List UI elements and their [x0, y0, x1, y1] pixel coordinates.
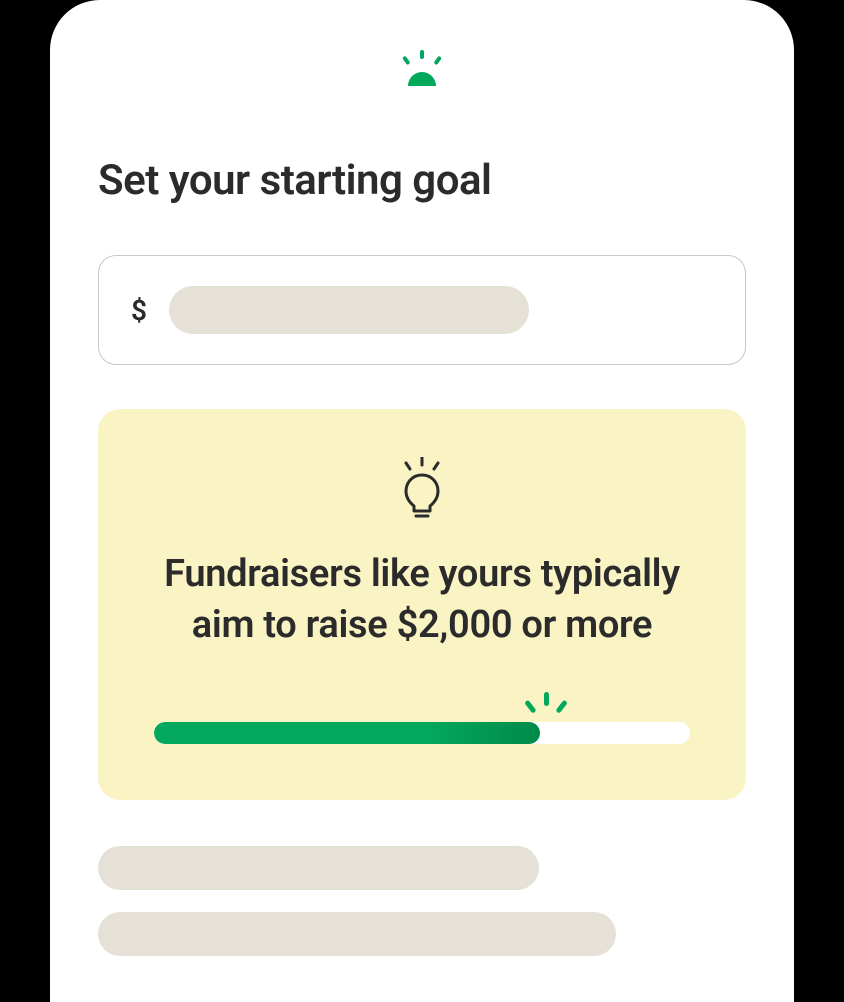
skeleton-placeholder-group: [98, 846, 746, 956]
lightbulb-icon-wrap: [154, 457, 690, 519]
progress-bar: [154, 722, 690, 744]
skeleton-line: [98, 846, 539, 890]
amount-placeholder: [169, 286, 529, 334]
progress-fill: [154, 722, 540, 744]
currency-symbol: $: [131, 294, 147, 327]
spark-icon: [518, 690, 574, 722]
progress-container: [154, 694, 690, 744]
logo-container: [98, 50, 746, 86]
page-title: Set your starting goal: [98, 156, 746, 205]
goal-amount-input[interactable]: $: [98, 255, 746, 365]
sunrise-logo-icon: [394, 50, 450, 86]
app-screen: Set your starting goal $ Fundraisers lik…: [50, 0, 794, 1002]
lightbulb-icon: [399, 457, 445, 519]
skeleton-line: [98, 912, 616, 956]
tip-message: Fundraisers like yours typically aim to …: [154, 549, 690, 652]
goal-tip-card: Fundraisers like yours typically aim to …: [98, 409, 746, 800]
